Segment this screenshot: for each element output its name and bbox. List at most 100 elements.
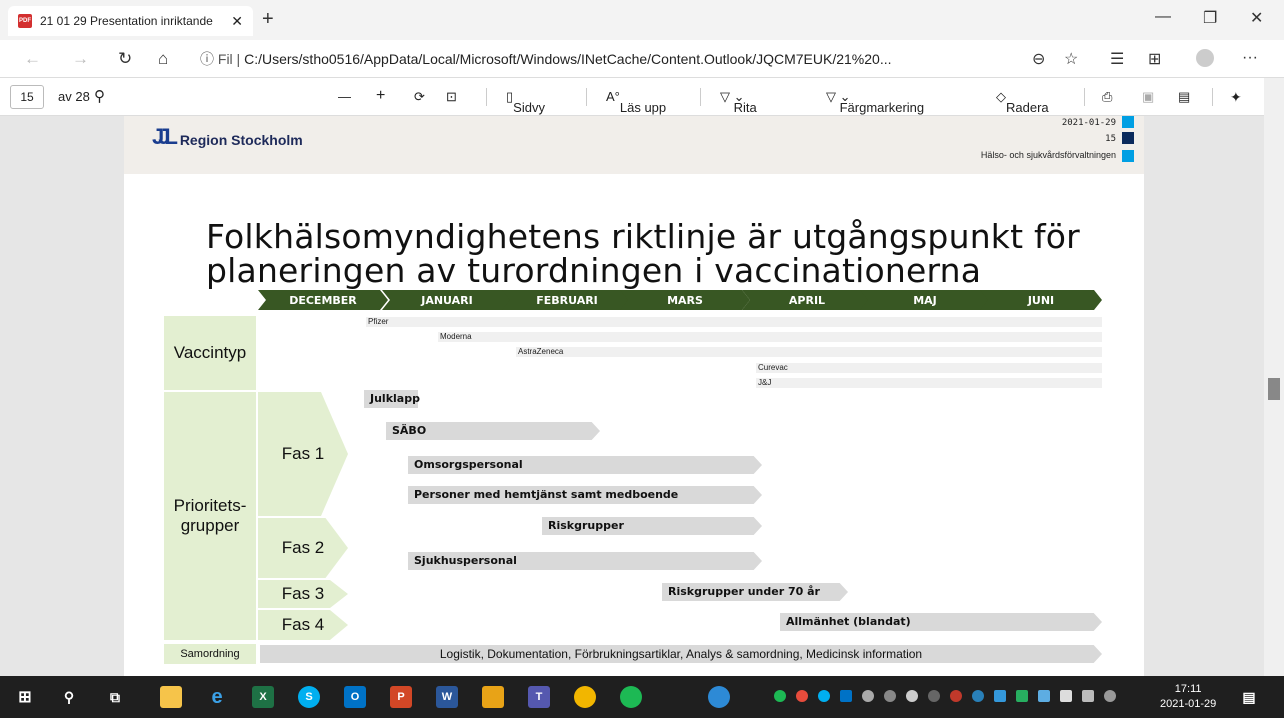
read-aloud-button[interactable]: A° Läs upp <box>606 89 666 115</box>
zoom-icon[interactable]: ⊖ <box>1032 49 1045 69</box>
erase-button[interactable]: ◇ Radera <box>996 89 1049 115</box>
powerpoint-icon[interactable]: P <box>390 686 412 708</box>
fas-3: Fas 3 <box>258 580 348 608</box>
department: Hälso- och sjukvårdsförvaltningen <box>980 150 1116 160</box>
teams-icon[interactable]: T <box>528 686 550 708</box>
page-view-button[interactable]: ▯ Sidvy <box>506 89 545 115</box>
close-window-icon[interactable]: ✕ <box>1250 8 1263 28</box>
zoom-in-button[interactable]: + <box>376 87 385 105</box>
profile-avatar[interactable] <box>1196 49 1214 67</box>
ie-icon[interactable]: e <box>206 686 228 708</box>
tray-icon[interactable] <box>928 690 940 702</box>
chrome-icon[interactable] <box>574 686 596 708</box>
save-as-icon[interactable]: ▤ <box>1178 89 1190 105</box>
tray-skype-icon[interactable] <box>818 690 830 702</box>
system-clock[interactable]: 17:11 2021-01-29 <box>1160 682 1216 712</box>
page-total: av 28 <box>58 89 90 104</box>
category-vaccintyp: Vaccintyp <box>164 316 256 390</box>
group-bar-0: Julklapp <box>364 390 420 408</box>
tray-icon[interactable] <box>906 690 918 702</box>
fit-page-icon[interactable]: ⊡ <box>446 89 457 105</box>
url-field[interactable]: ⓘ Fil | C:/Users/stho0516/AppData/Local/… <box>200 49 892 69</box>
close-tab-icon[interactable]: ✕ <box>231 13 243 30</box>
more-icon[interactable]: ··· <box>1242 49 1258 67</box>
browser-tab[interactable]: PDF 21 01 29 Presentation inriktande ✕ <box>8 6 253 36</box>
month-1: JANUARI <box>382 290 512 310</box>
tray-icon[interactable] <box>1038 690 1050 702</box>
favorites-list-icon[interactable]: ☰ <box>1110 49 1124 69</box>
clock-date: 2021-01-29 <box>1160 698 1217 710</box>
forward-icon[interactable]: → <box>72 49 89 69</box>
scrollbar[interactable] <box>1264 78 1284 676</box>
url-prefix: Fil <box>217 51 233 67</box>
vaccine-1: Moderna <box>438 332 1102 342</box>
excel-icon[interactable]: X <box>252 686 274 708</box>
page-number-input[interactable]: 15 <box>10 85 44 109</box>
start-icon[interactable]: ⊞ <box>14 686 36 708</box>
favorite-icon[interactable]: ☆ <box>1064 49 1078 69</box>
task-view-icon[interactable]: ⧉ <box>104 686 126 708</box>
refresh-icon[interactable]: ↻ <box>118 49 132 69</box>
restore-icon[interactable]: ❐ <box>1203 8 1217 28</box>
prio-label-1: Prioritets- <box>173 496 247 515</box>
minimize-icon[interactable]: — <box>1155 8 1171 26</box>
bluetooth-icon[interactable] <box>972 690 984 702</box>
pin-icon[interactable]: ✦ <box>1230 89 1242 106</box>
draw-button[interactable]: ▽ Rita ⌄ <box>720 89 757 115</box>
zoom-out-button[interactable]: — <box>338 89 351 104</box>
prio-label-2: grupper <box>180 516 240 535</box>
month-5: MAJ <box>860 290 990 310</box>
scrollbar-thumb[interactable] <box>1268 378 1280 400</box>
skype-icon[interactable]: S <box>298 686 320 708</box>
file-explorer-icon[interactable] <box>160 686 182 708</box>
slide-title: Folkhälsomyndighetens riktlinje är utgån… <box>206 220 1080 288</box>
tray-icon[interactable] <box>1016 690 1028 702</box>
tray-icon[interactable] <box>884 690 896 702</box>
collections-icon[interactable]: ⊞ <box>1148 49 1161 69</box>
battery-icon[interactable] <box>1060 690 1072 702</box>
clock-time: 17:11 <box>1174 683 1202 695</box>
month-3: MARS <box>620 290 750 310</box>
word-icon[interactable]: W <box>436 686 458 708</box>
month-0: DECEMBER <box>258 290 388 310</box>
app-icon[interactable] <box>482 686 504 708</box>
month-6: JUNI <box>980 290 1102 310</box>
volume-icon[interactable] <box>1104 690 1116 702</box>
pdf-icon: PDF <box>18 14 32 28</box>
edge-icon[interactable] <box>708 686 730 708</box>
address-bar: ← → ↻ ⌂ ⓘ Fil | C:/Users/stho0516/AppDat… <box>0 40 1284 78</box>
search-icon[interactable]: ⚲ <box>58 686 80 708</box>
search-icon[interactable]: ⚲ <box>94 87 105 105</box>
color-square <box>1122 150 1134 162</box>
tray-icon[interactable] <box>950 690 962 702</box>
tray-icon[interactable] <box>862 690 874 702</box>
back-icon[interactable]: ← <box>24 49 41 69</box>
slide-header: JJL Region Stockholm 2021-01-29 15 Hälso… <box>124 116 1144 174</box>
title-line-2: planeringen av turordningen i vaccinatio… <box>206 251 982 290</box>
home-icon[interactable]: ⌂ <box>158 49 168 69</box>
tray-outlook-icon[interactable] <box>840 690 852 702</box>
rotate-icon[interactable]: ⟳ <box>414 89 425 105</box>
notifications-icon[interactable]: ▤ <box>1238 686 1260 708</box>
new-tab-button[interactable]: + <box>262 8 274 31</box>
org-name: Region Stockholm <box>179 132 303 148</box>
title-bar: PDF 21 01 29 Presentation inriktande ✕ +… <box>0 0 1284 40</box>
tray-icon[interactable] <box>994 690 1006 702</box>
network-icon[interactable] <box>1082 690 1094 702</box>
title-line-1: Folkhälsomyndighetens riktlinje är utgån… <box>206 217 1080 256</box>
slide-page: JJL Region Stockholm 2021-01-29 15 Hälso… <box>124 116 1144 676</box>
highlight-button[interactable]: ▽ Färgmarkering ⌄ <box>826 89 924 115</box>
print-icon[interactable]: ⎙ <box>1102 89 1112 105</box>
spotify-icon[interactable] <box>620 686 642 708</box>
category-prioritetsgrupper: Prioritets- grupper <box>164 392 256 640</box>
logo-mark-icon: JJL <box>152 124 178 149</box>
highlight-label: Färgmarkering <box>839 100 925 115</box>
group-bar-4: Riskgrupper <box>542 517 762 535</box>
tray-spotify-icon[interactable] <box>774 690 786 702</box>
outlook-icon[interactable]: O <box>344 686 366 708</box>
save-icon[interactable]: ▣ <box>1142 89 1154 105</box>
group-bar-5: Sjukhuspersonal <box>408 552 762 570</box>
tray-icon[interactable] <box>796 690 808 702</box>
info-icon: ⓘ <box>200 51 218 67</box>
vaccine-2: AstraZeneca <box>516 347 1102 357</box>
